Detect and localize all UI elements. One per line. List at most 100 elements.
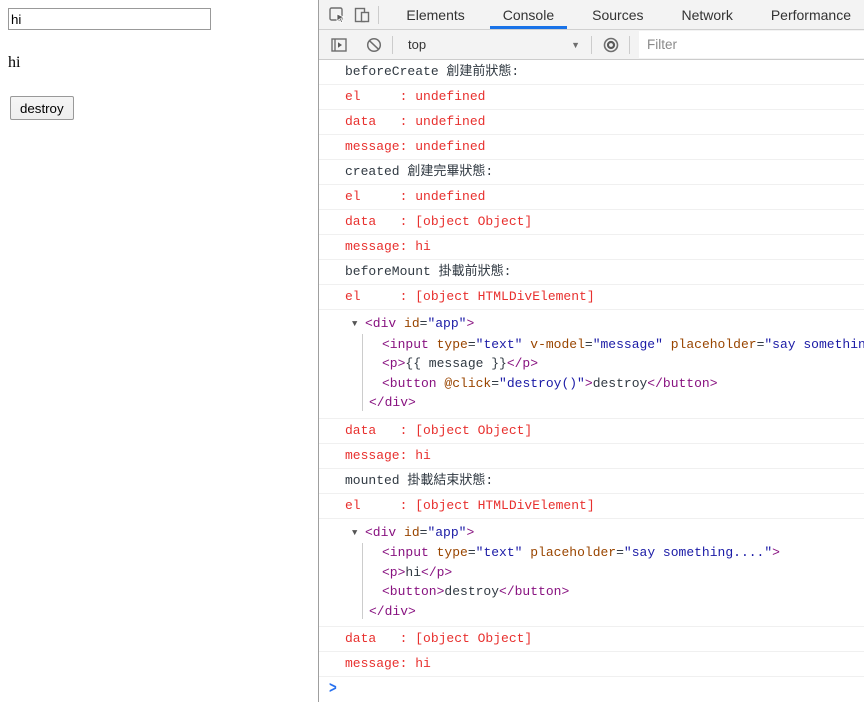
code-token: = <box>584 336 593 352</box>
console-error-row: message: hi <box>319 444 864 469</box>
clear-console-icon <box>366 37 382 52</box>
console-sidebar-icon <box>331 37 347 52</box>
code-token: <div <box>365 316 397 331</box>
console-sidebar-button[interactable] <box>324 37 354 52</box>
console-error-row: message: hi <box>319 235 864 260</box>
element-tree-line: ▼ <div id="app"> <box>352 314 864 335</box>
code-token: id <box>404 524 420 540</box>
code-token: > <box>466 524 475 540</box>
console-prompt[interactable]: > <box>319 677 864 700</box>
console-error-row: data : undefined <box>319 110 864 135</box>
console-error-row: el : [object HTMLDivElement] <box>319 494 864 519</box>
message-input[interactable] <box>8 8 211 30</box>
tab-console[interactable]: Console <box>489 0 568 29</box>
console-log-row: mounted 掛載結束狀態: <box>319 469 864 494</box>
element-tree-row: ▼ <div id="app"> <input type="text" v-mode… <box>319 310 864 419</box>
element-tree-row: ▼ <div id="app"> <input type="text" placeh… <box>319 519 864 627</box>
console-error-row: el : undefined <box>319 185 864 210</box>
console-messages: beforeCreate 創建前狀態: el : undefined data : … <box>319 60 864 702</box>
message-paragraph: hi <box>8 54 21 71</box>
code-token: = <box>491 375 500 391</box>
toolbar-divider <box>377 5 379 24</box>
disclosure-triangle-icon[interactable]: ▼ <box>352 524 365 544</box>
toolbar-divider <box>591 35 592 54</box>
code-token: "app" <box>427 524 467 540</box>
context-selector-value: top <box>408 37 427 52</box>
element-tree-line: <input type="text" v-model="message" pla… <box>352 335 864 355</box>
code-token: <input <box>382 336 429 352</box>
code-token: > <box>584 375 593 391</box>
code-token: <p> <box>382 356 406 371</box>
code-token: destroy <box>444 584 500 599</box>
console-error-row: data : [object Object] <box>319 210 864 235</box>
code-token: </div> <box>369 395 416 410</box>
code-token: </button> <box>647 375 718 391</box>
code-token: destroy <box>592 375 648 391</box>
inspect-icon <box>329 6 345 23</box>
console-error-row: data : [object Object] <box>319 627 864 652</box>
console-prompt-chevron-icon: > <box>329 679 337 698</box>
tab-sources[interactable]: Sources <box>579 0 656 29</box>
code-token: "message" <box>592 336 663 352</box>
create-live-expression-button[interactable] <box>596 37 626 53</box>
toolbar-divider <box>629 35 630 54</box>
code-token: type <box>436 336 468 352</box>
code-token: = <box>467 545 476 560</box>
device-toolbar-button[interactable] <box>350 0 375 29</box>
element-tree-line: <button>destroy</button> <box>352 582 864 602</box>
destroy-button[interactable]: destroy <box>10 96 74 120</box>
disclosure-triangle-icon[interactable]: ▼ <box>352 315 365 335</box>
code-token: hi <box>405 564 422 580</box>
console-filter-input[interactable] <box>639 31 864 58</box>
code-token: <p> <box>382 564 406 580</box>
console-toolbar: top ▼ <box>319 30 864 60</box>
clear-console-button[interactable] <box>359 37 389 53</box>
console-log-row: beforeCreate 創建前狀態: <box>319 60 864 85</box>
element-tree-line: <button @click="destroy()">destroy</butt… <box>352 374 864 394</box>
console-error-row: el : undefined <box>319 85 864 110</box>
devtools-tabbar: Elements Console Sources Network Perform… <box>319 0 864 30</box>
element-tree-line: <input type="text" placeholder="say some… <box>352 543 864 563</box>
indent-guide <box>362 542 363 619</box>
console-error-row: el : [object HTMLDivElement] <box>319 285 864 310</box>
code-token: placeholder <box>670 336 757 352</box>
code-token: </button> <box>499 584 570 599</box>
code-token: "destroy()" <box>499 375 585 391</box>
inspect-element-button[interactable] <box>325 0 350 29</box>
code-token: > <box>466 316 475 331</box>
code-token: v-model <box>530 336 585 352</box>
code-token: </div> <box>369 603 416 619</box>
code-token: placeholder <box>530 545 617 560</box>
code-token: > <box>772 545 780 560</box>
devtools-panel: Elements Console Sources Network Perform… <box>319 0 864 702</box>
javascript-context-selector[interactable]: top ▼ <box>396 30 588 59</box>
live-expression-eye-icon <box>603 37 619 52</box>
chevron-down-icon: ▼ <box>571 39 580 50</box>
rendered-page: hi destroy <box>0 0 318 702</box>
code-token: "text" <box>475 545 523 560</box>
code-token: = <box>467 336 476 352</box>
code-token: = <box>616 545 624 560</box>
element-tree-line: ▼ <div id="app"> <box>352 523 864 544</box>
code-token: "say something...." <box>764 336 864 352</box>
element-tree-line: <p>{{ message }}</p> <box>352 354 864 374</box>
code-token: @click <box>444 375 492 391</box>
code-token: "say something...." <box>623 545 773 560</box>
tab-network[interactable]: Network <box>668 0 745 29</box>
code-token: <button <box>382 375 437 391</box>
console-error-row: data : [object Object] <box>319 419 864 444</box>
console-error-row: message: hi <box>319 652 864 677</box>
element-tree-line: </div> <box>352 602 864 622</box>
element-tree-line: </div> <box>352 393 864 413</box>
code-token: </p> <box>421 564 453 580</box>
code-token: id <box>404 316 420 331</box>
tab-elements[interactable]: Elements <box>393 0 477 29</box>
tab-performance[interactable]: Performance <box>758 0 864 29</box>
device-toolbar-icon <box>354 7 370 22</box>
code-token: <input <box>382 545 429 560</box>
toolbar-divider <box>392 35 393 54</box>
code-token: <div <box>365 524 397 540</box>
